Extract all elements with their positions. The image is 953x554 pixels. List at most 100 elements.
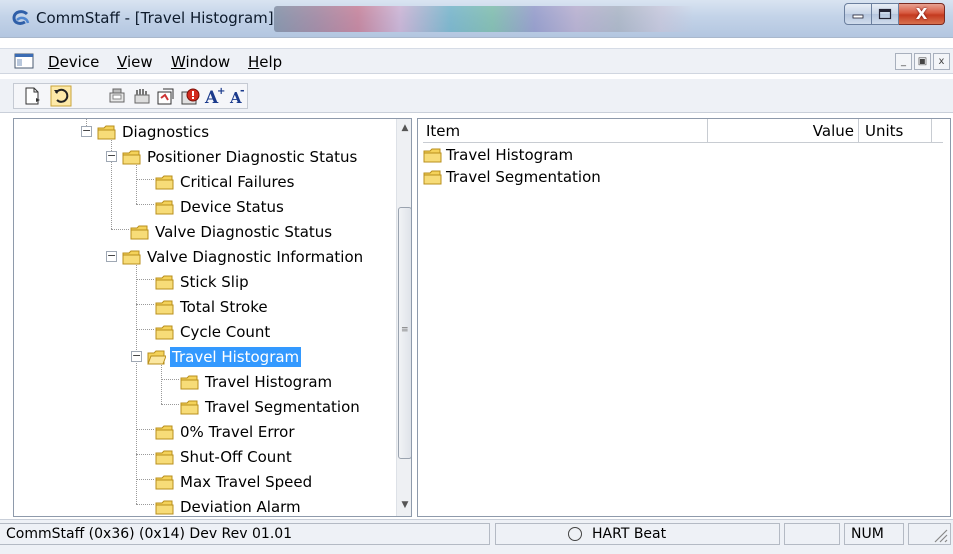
folder-icon [180, 375, 199, 389]
tree-node-stick-slip[interactable]: Stick Slip [155, 271, 251, 293]
maximize-button[interactable] [872, 3, 899, 25]
tree-node-cycle-count[interactable]: Cycle Count [155, 321, 272, 343]
folder-icon [130, 225, 149, 239]
minimize-icon: _ [901, 56, 906, 67]
mdi-close-button[interactable]: x [933, 53, 950, 70]
tree-node-total-stroke[interactable]: Total Stroke [155, 296, 270, 318]
toolbar: A + A- [0, 79, 953, 113]
tree-expander[interactable]: − [106, 150, 117, 162]
tree-line [111, 229, 129, 230]
document-window-icon[interactable] [14, 53, 34, 69]
window-title: CommStaff - [Travel Histogram] [36, 9, 274, 27]
tree-node-valve-diagnostic-information[interactable]: Valve Diagnostic Information [122, 246, 365, 268]
list-item-label: Travel Histogram [446, 146, 574, 164]
mdi-minimize-button[interactable]: _ [895, 53, 912, 70]
tree-line [161, 404, 179, 405]
close-icon: X [915, 5, 928, 23]
font-decrease-icon[interactable]: A- [228, 85, 250, 107]
folder-icon [122, 250, 141, 264]
tree-expander[interactable]: − [131, 350, 142, 362]
tree-scrollbar[interactable]: ▲ ≡ ▼ [396, 119, 411, 516]
tree-line [136, 263, 137, 504]
menu-help[interactable]: Help [248, 53, 282, 71]
tree-node-shut-off-count[interactable]: Shut-Off Count [155, 446, 294, 468]
tree-node-travel-segmentation[interactable]: Travel Segmentation [180, 396, 362, 418]
hand-icon[interactable] [131, 85, 153, 107]
close-icon: x [938, 56, 945, 67]
tree-node-diagnostics[interactable]: Diagnostics [97, 121, 211, 143]
folder-icon [155, 275, 174, 289]
folder-icon [122, 150, 141, 164]
tree-node-valve-diagnostic-status[interactable]: Valve Diagnostic Status [130, 221, 334, 243]
folder-icon [180, 400, 199, 414]
scroll-up-icon[interactable]: ▲ [399, 123, 411, 135]
tree-line [136, 163, 137, 204]
tree-line [136, 329, 154, 330]
status-num: NUM [844, 523, 904, 545]
tree-node-deviation-alarm[interactable]: Deviation Alarm [155, 496, 303, 516]
list-header: Item Value Units [423, 119, 943, 143]
sync-icon[interactable] [155, 85, 177, 107]
window-controls: X [844, 3, 945, 27]
tree-line [136, 279, 154, 280]
folder-icon [423, 148, 442, 162]
device-icon[interactable] [106, 85, 128, 107]
scroll-grip-icon: ≡ [401, 325, 409, 335]
folder-icon [155, 425, 174, 439]
tree-node-positioner-diagnostic-status[interactable]: Positioner Diagnostic Status [122, 146, 359, 168]
resize-grip[interactable] [908, 523, 951, 545]
folder-icon [97, 125, 116, 139]
refresh-icon[interactable] [50, 85, 72, 107]
tree-node-critical-failures[interactable]: Critical Failures [155, 171, 296, 193]
tree-node-device-status[interactable]: Device Status [155, 196, 286, 218]
tree-node-travel-error[interactable]: 0% Travel Error [155, 421, 297, 443]
list-item[interactable]: Travel Segmentation [423, 166, 601, 188]
folder-icon [155, 500, 174, 514]
folder-icon [155, 475, 174, 489]
tree-node-travel-histogram-selected[interactable]: Travel Histogram [147, 346, 302, 368]
restore-icon: ▣ [917, 56, 928, 67]
close-button[interactable]: X [899, 3, 945, 25]
commstaff-logo-icon [12, 10, 30, 25]
list-item[interactable]: Travel Histogram [423, 144, 573, 166]
scroll-down-icon[interactable]: ▼ [399, 500, 411, 512]
tree-expander[interactable]: − [81, 125, 92, 137]
folder-icon [155, 300, 174, 314]
tree-line [136, 454, 154, 455]
folder-icon [155, 175, 174, 189]
tree-node-travel-histogram[interactable]: Travel Histogram [180, 371, 334, 393]
status-device-info: CommStaff (0x36) (0x14) Dev Rev 01.01 [0, 523, 490, 545]
list-item-label: Travel Segmentation [446, 168, 601, 186]
minimize-button[interactable] [844, 3, 872, 25]
svg-text:-: - [240, 86, 245, 97]
folder-icon [423, 170, 442, 184]
mdi-restore-button[interactable]: ▣ [914, 53, 931, 70]
new-icon[interactable] [21, 85, 43, 107]
menu-device[interactable]: Device [48, 53, 99, 71]
heartbeat-indicator-icon [568, 527, 582, 541]
resize-grip-icon [934, 529, 948, 543]
menu-view[interactable]: View [117, 53, 153, 71]
tree-line [136, 179, 154, 180]
folder-icon [155, 450, 174, 464]
tree-line [161, 363, 162, 404]
status-bar: CommStaff (0x36) (0x14) Dev Rev 01.01 HA… [0, 519, 953, 554]
column-header-units[interactable]: Units [859, 119, 932, 142]
column-header-item[interactable]: Item [423, 119, 708, 142]
alert-icon[interactable] [180, 85, 202, 107]
column-header-value[interactable]: Value [708, 119, 859, 142]
menu-bar: Device View Window Help _ ▣ x [0, 48, 953, 74]
blurred-taskbar-region [274, 6, 694, 32]
tree-expander[interactable]: − [106, 250, 117, 262]
status-blank [784, 523, 840, 545]
folder-icon [155, 325, 174, 339]
font-increase-icon[interactable]: A + [204, 85, 226, 107]
title-bar: CommStaff - [Travel Histogram] X [0, 0, 953, 38]
menu-window[interactable]: Window [171, 53, 230, 71]
item-list-view[interactable]: Item Value Units Travel Histogram Travel… [417, 118, 951, 517]
svg-text:+: + [217, 86, 225, 97]
tree-node-max-travel-speed[interactable]: Max Travel Speed [155, 471, 314, 493]
device-tree[interactable]: − − − − Diagnostics Positioner Diagnosti… [13, 118, 412, 517]
tree-line [136, 479, 154, 480]
open-folder-icon [147, 350, 166, 364]
